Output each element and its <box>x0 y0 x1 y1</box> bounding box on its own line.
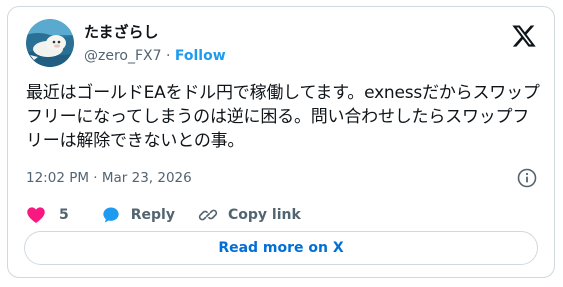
follow-button[interactable]: Follow <box>175 48 226 64</box>
link-icon <box>198 205 218 225</box>
read-more-button[interactable]: Read more on X <box>24 231 538 265</box>
x-logo-icon[interactable] <box>511 23 537 49</box>
user-handle[interactable]: @zero_FX7 <box>84 48 162 64</box>
like-button[interactable]: 5 <box>26 205 69 225</box>
copy-link-label: Copy link <box>227 207 301 223</box>
avatar[interactable] <box>26 19 74 67</box>
separator-dot: · <box>165 48 175 64</box>
tweet-text: 最近はゴールドEAをドル円で稼働してます。exnessだからスワップフリーになっ… <box>26 83 540 151</box>
reply-button[interactable]: Reply <box>101 205 175 225</box>
display-name[interactable]: たまざらし <box>84 22 159 42</box>
reply-bubble-icon <box>101 205 121 225</box>
like-count: 5 <box>59 207 69 223</box>
reply-label: Reply <box>130 207 175 223</box>
heart-icon <box>26 205 46 225</box>
handle-row: @zero_FX7 · Follow <box>84 47 226 65</box>
tweet-card: たまざらし @zero_FX7 · Follow 最近はゴールドEAをドル円で稼… <box>7 6 555 278</box>
info-icon[interactable] <box>517 168 537 188</box>
copy-link-button[interactable]: Copy link <box>198 205 301 225</box>
tweet-timestamp[interactable]: 12:02 PM · Mar 23, 2026 <box>26 169 192 187</box>
action-bar: 5 Reply Copy link <box>26 203 301 227</box>
